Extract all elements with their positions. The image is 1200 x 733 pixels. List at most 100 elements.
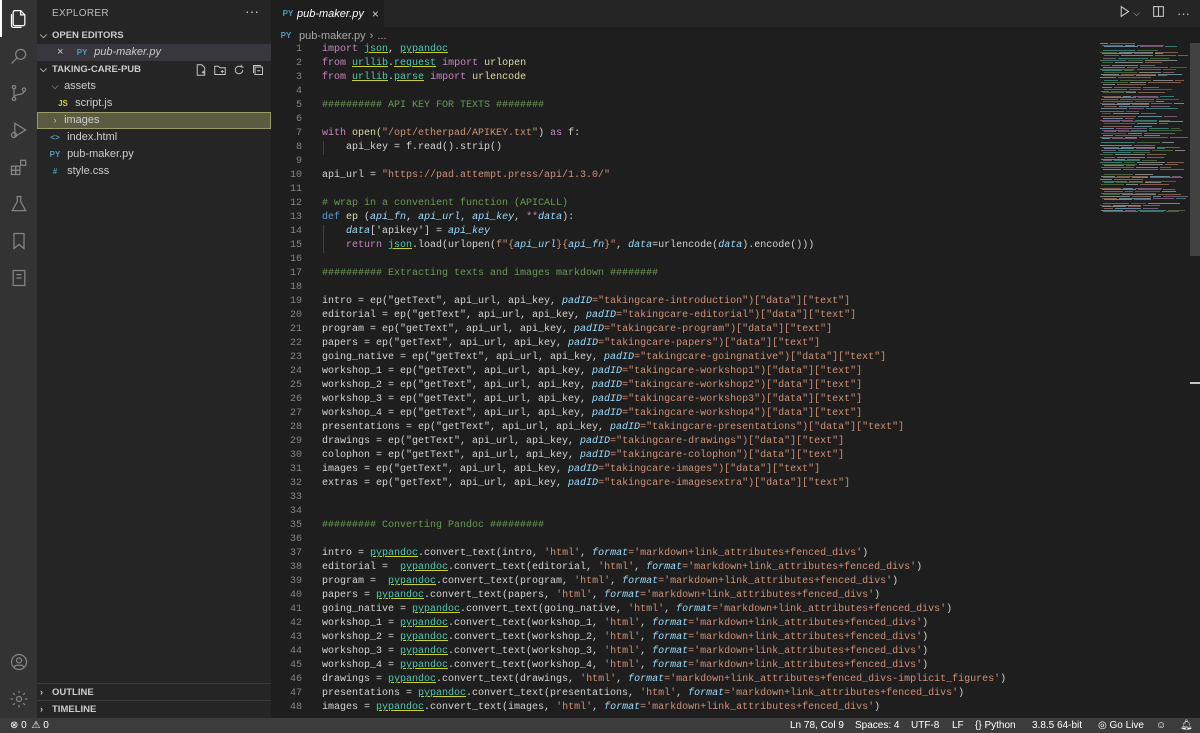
python-interpreter[interactable]: 3.8.5 64-bit: [1032, 718, 1082, 733]
line-number: 35: [289, 520, 302, 531]
line-number: 7: [295, 128, 302, 139]
code-line: papers = pypandoc.convert_text(papers, '…: [322, 590, 881, 601]
line-number: 46: [289, 674, 302, 685]
run-debug-icon[interactable]: [0, 111, 37, 148]
outline-header[interactable]: › OUTLINE: [37, 683, 271, 700]
explorer-sidebar: EXPLORER ··· ⌵ OPEN EDITORS × PY pub-mak…: [37, 0, 271, 718]
code-line: api_key = f.read().strip(): [322, 142, 503, 153]
minimap-line: [1178, 54, 1188, 56]
feedback-icon[interactable]: ☺: [1156, 718, 1166, 733]
code-line: presentations = ep("getText", api_url, a…: [322, 422, 905, 433]
more-icon[interactable]: ···: [1177, 6, 1190, 21]
code-line: return json.load(urlopen(f"{api_url}{api…: [346, 240, 815, 251]
python-file-icon: PY: [76, 48, 88, 57]
minimap-line: [1150, 177, 1183, 179]
notifications-bell-icon[interactable]: 🔔︎: [1180, 718, 1193, 733]
problems-indicator[interactable]: ⊗ 0 ⚠ 0: [10, 718, 49, 733]
collapse-all-icon[interactable]: [251, 63, 265, 77]
code-line: with open("/opt/etherpad/APIKEY.txt") as…: [322, 128, 581, 139]
new-file-icon[interactable]: [194, 63, 208, 77]
minimap-line: [1101, 107, 1127, 109]
tree-file-script-js[interactable]: JS script.js: [37, 95, 271, 112]
close-icon[interactable]: ×: [57, 44, 73, 61]
css-file-icon: #: [52, 167, 58, 176]
minimap-line: [1101, 141, 1135, 143]
minimap-line: [1149, 129, 1182, 131]
notebook-icon[interactable]: [0, 259, 37, 296]
cursor-position[interactable]: Ln 78, Col 9: [790, 718, 844, 733]
code-line: from urllib.request import urlopen: [322, 58, 527, 69]
flask-icon[interactable]: [0, 185, 37, 222]
scrollbar-thumb[interactable]: [1190, 43, 1200, 256]
code-line: extras = ep("getText", api_url, api_key,…: [322, 478, 851, 489]
account-icon[interactable]: [0, 643, 37, 680]
tree-file-style-css[interactable]: # style.css: [37, 163, 271, 180]
line-number: 27: [289, 408, 302, 419]
code-line: from urllib.parse import urlencode: [322, 72, 527, 83]
open-editor-item[interactable]: × PY pub-maker.py: [37, 44, 271, 61]
line-number: 29: [289, 436, 302, 447]
source-control-icon[interactable]: [0, 74, 37, 111]
chevron-down-icon[interactable]: ⌵: [1133, 8, 1140, 19]
code-line: images = ep("getText", api_url, api_key,…: [322, 464, 821, 475]
code-editor[interactable]: 1 import json, pypandoc 2 from urllib.reque…: [271, 43, 1200, 718]
minimap-line: [1140, 184, 1169, 186]
code-line: workshop_2 = pypandoc.convert_text(works…: [322, 632, 929, 643]
code-line: editorial = ep("getText", api_url, api_k…: [322, 310, 857, 321]
line-number: 39: [289, 576, 302, 587]
folder-header[interactable]: ⌵ TAKING-CARE-PUB: [37, 61, 271, 78]
language-mode[interactable]: {} Python: [975, 718, 1016, 733]
line-number: 13: [289, 212, 302, 223]
breadcrumb-file[interactable]: pub-maker.py: [299, 30, 366, 42]
indentation[interactable]: Spaces: 4: [855, 718, 899, 733]
line-number: 25: [289, 380, 302, 391]
minimap-line: [1112, 138, 1137, 140]
tree-file-pub-maker-py[interactable]: PY pub-maker.py: [37, 146, 271, 163]
breadcrumb-symbol[interactable]: ...: [377, 30, 386, 42]
line-number: 3: [295, 72, 302, 83]
javascript-file-icon: JS: [58, 99, 68, 108]
open-editors-header[interactable]: ⌵ OPEN EDITORS: [37, 27, 271, 44]
tree-folder-images[interactable]: › images: [37, 112, 271, 129]
tree-file-index-html[interactable]: <> index.html: [37, 129, 271, 146]
breadcrumb: PY pub-maker.py › ...: [280, 28, 387, 43]
tree-folder-assets[interactable]: ⌵ assets: [37, 78, 271, 95]
explorer-icon[interactable]: [0, 0, 37, 37]
minimap-line: [1101, 184, 1124, 186]
code-line: papers = ep("getText", api_url, api_key,…: [322, 338, 821, 349]
tab-pub-maker-py[interactable]: PY pub-maker.py ×: [271, 0, 384, 27]
minimap-line: [1102, 61, 1113, 63]
code-line: workshop_4 = pypandoc.convert_text(works…: [322, 660, 929, 671]
new-folder-icon[interactable]: [213, 63, 227, 77]
timeline-header[interactable]: › TIMELINE: [37, 700, 271, 717]
line-number: 17: [289, 268, 302, 279]
close-icon[interactable]: ×: [372, 7, 379, 21]
line-number: 44: [289, 646, 302, 657]
split-editor-icon[interactable]: [1152, 5, 1165, 21]
minimap-line: [1155, 54, 1176, 56]
refresh-icon[interactable]: [232, 63, 246, 77]
encoding[interactable]: UTF-8: [911, 718, 939, 733]
code-line: colophon = ep("getText", api_url, api_ke…: [322, 450, 845, 461]
line-number: 31: [289, 464, 302, 475]
minimap-line: [1162, 190, 1176, 192]
vertical-scrollbar[interactable]: [1190, 43, 1200, 718]
minimap-line: [1103, 211, 1138, 213]
gear-icon[interactable]: [0, 680, 37, 717]
code-line: def ep (api_fn, api_url, api_key, **data…: [322, 212, 575, 223]
minimap-line: [1158, 75, 1167, 77]
minimap-line: [1117, 83, 1146, 85]
extensions-icon[interactable]: [0, 148, 37, 185]
search-icon[interactable]: [0, 37, 37, 74]
minimap-line: [1102, 138, 1110, 140]
run-icon[interactable]: [1118, 5, 1131, 21]
line-ending[interactable]: LF: [952, 718, 964, 733]
go-live-button[interactable]: ◎ Go Live: [1098, 718, 1144, 733]
line-number: 5: [295, 100, 302, 111]
line-number: 24: [289, 366, 302, 377]
line-number: 47: [289, 688, 302, 699]
minimap-line: [1137, 122, 1157, 124]
bookmark-icon[interactable]: [0, 222, 37, 259]
more-actions-button[interactable]: ···: [245, 3, 259, 19]
minimap[interactable]: [1098, 43, 1190, 213]
